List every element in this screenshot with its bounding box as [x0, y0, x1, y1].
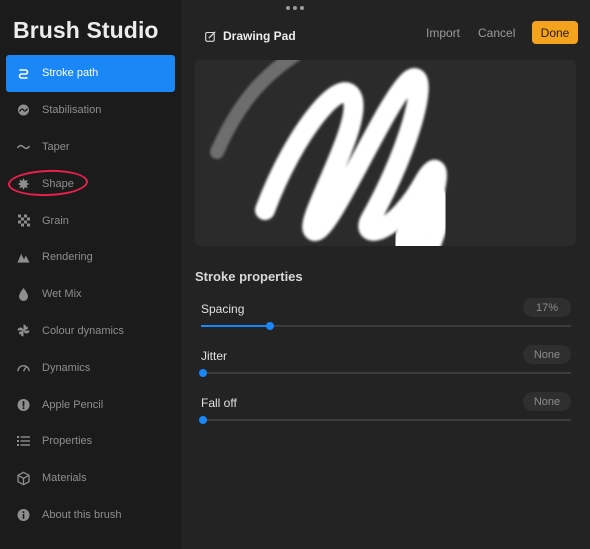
sidebar-item-rendering[interactable]: Rendering: [0, 239, 181, 276]
taper-icon: [17, 140, 30, 153]
spacing-value[interactable]: 17%: [523, 298, 571, 317]
colour-dynamics-icon: [17, 324, 30, 338]
rendering-icon: [17, 251, 30, 264]
sidebar-item-label: Stroke path: [42, 67, 99, 80]
spacing-label: Spacing: [201, 302, 245, 316]
drag-handle[interactable]: [286, 6, 304, 10]
properties-icon: [17, 435, 30, 448]
fall-off-value[interactable]: None: [523, 392, 571, 411]
sidebar-item-label: Rendering: [42, 251, 93, 264]
import-button[interactable]: Import: [426, 26, 460, 40]
sidebar-item-stabilisation[interactable]: Stabilisation: [0, 92, 181, 129]
wet-mix-icon: [17, 287, 30, 301]
jitter-slider[interactable]: [199, 369, 571, 377]
sidebar: Brush Studio Stroke path Stabilisation T…: [0, 0, 181, 549]
sidebar-item-wet-mix[interactable]: Wet Mix: [0, 276, 181, 313]
fall-off-row: Fall off None: [199, 392, 571, 426]
sidebar-item-label: Grain: [42, 214, 69, 227]
cancel-button[interactable]: Cancel: [478, 26, 515, 40]
sidebar-item-label: Colour dynamics: [42, 324, 124, 337]
sidebar-item-label: Materials: [42, 472, 87, 485]
spacing-row: Spacing 17%: [201, 298, 571, 332]
spacing-slider-fill: [201, 325, 268, 327]
sidebar-item-dynamics[interactable]: Dynamics: [0, 349, 181, 386]
sidebar-item-grain[interactable]: Grain: [0, 202, 181, 239]
spacing-slider-knob[interactable]: [266, 322, 274, 330]
sidebar-item-about[interactable]: About this brush: [0, 497, 181, 534]
drawing-pad-label: Drawing Pad: [223, 29, 296, 43]
sidebar-item-taper[interactable]: Taper: [0, 129, 181, 166]
jitter-value[interactable]: None: [523, 345, 571, 364]
brush-stroke-preview: [210, 60, 451, 246]
sidebar-item-label: Wet Mix: [42, 288, 82, 301]
dynamics-icon: [17, 361, 30, 374]
sidebar-item-colour-dynamics[interactable]: Colour dynamics: [0, 313, 181, 350]
sidebar-nav: Stroke path Stabilisation Taper Shape Gr…: [0, 55, 181, 533]
drawing-pad-title[interactable]: Drawing Pad: [205, 27, 296, 45]
edit-icon: [205, 31, 216, 42]
sidebar-item-properties[interactable]: Properties: [0, 423, 181, 460]
jitter-row: Jitter None: [199, 345, 571, 379]
stabilisation-icon: [17, 104, 30, 117]
jitter-label: Jitter: [201, 349, 228, 363]
grain-icon: [17, 214, 30, 227]
sidebar-item-stroke-path[interactable]: Stroke path: [6, 55, 175, 92]
stroke-properties-title: Stroke properties: [195, 269, 303, 284]
app-title: Brush Studio: [13, 17, 159, 43]
sidebar-item-label: Apple Pencil: [42, 398, 104, 411]
sidebar-item-label: About this brush: [42, 508, 122, 521]
fall-off-slider-knob[interactable]: [199, 416, 207, 424]
drawing-pad[interactable]: [195, 60, 576, 246]
about-icon: [17, 508, 30, 521]
done-button[interactable]: Done: [532, 21, 578, 44]
stroke-path-icon: [17, 67, 30, 80]
sidebar-item-label: Taper: [42, 140, 70, 153]
sidebar-item-label: Properties: [42, 435, 93, 448]
fall-off-label: Fall off: [201, 396, 237, 410]
fall-off-slider[interactable]: [199, 416, 571, 424]
sidebar-item-label: Dynamics: [42, 361, 91, 374]
apple-pencil-icon: [17, 398, 30, 411]
materials-icon: [17, 471, 30, 486]
sidebar-item-label: Stabilisation: [42, 104, 102, 117]
sidebar-item-apple-pencil[interactable]: Apple Pencil: [0, 386, 181, 423]
jitter-slider-knob[interactable]: [199, 369, 207, 377]
sidebar-item-materials[interactable]: Materials: [0, 460, 181, 497]
spacing-slider[interactable]: [201, 322, 571, 330]
